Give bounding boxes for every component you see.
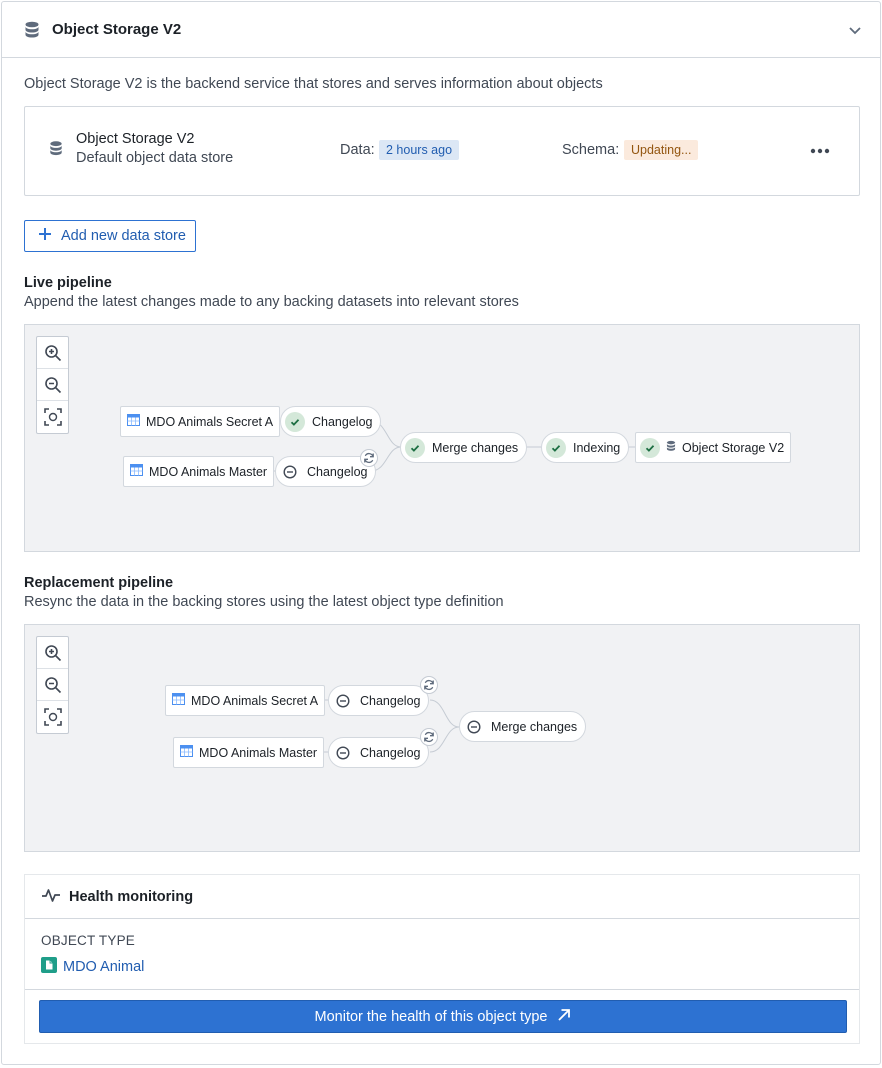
health-divider bbox=[25, 989, 859, 990]
zoom-in-icon[interactable] bbox=[37, 637, 68, 669]
replacement-pipeline-edges bbox=[315, 699, 460, 753]
database-icon bbox=[49, 140, 63, 160]
source-node-master[interactable]: MDO Animals Master bbox=[123, 456, 275, 487]
object-type-link[interactable]: MDO Animal bbox=[41, 957, 144, 976]
table-icon bbox=[172, 693, 185, 708]
monitor-health-label: Monitor the health of this object type bbox=[314, 1008, 548, 1025]
changelog-label: Changelog bbox=[360, 693, 421, 708]
object-type-icon bbox=[41, 957, 57, 976]
replacement-pipeline-title: Replacement pipeline bbox=[24, 575, 174, 591]
refresh-icon[interactable] bbox=[360, 449, 378, 467]
health-monitoring-header: Health monitoring bbox=[25, 875, 859, 919]
indexing-label: Indexing bbox=[573, 440, 621, 455]
database-icon bbox=[666, 440, 676, 455]
zoom-out-icon[interactable] bbox=[37, 369, 68, 401]
merge-label: Merge changes bbox=[432, 440, 519, 455]
replacement-pipeline-description: Resync the data in the backing stores us… bbox=[24, 594, 504, 610]
minus-circle-icon bbox=[333, 743, 353, 763]
source-node-master[interactable]: MDO Animals Master bbox=[173, 737, 325, 768]
replacement-pipeline-graph[interactable]: MDO Animals Secret A MDO Animals Master … bbox=[24, 624, 860, 852]
check-icon bbox=[285, 411, 305, 432]
source-node-label: MDO Animals Master bbox=[149, 464, 268, 479]
minus-circle-icon bbox=[464, 717, 484, 737]
object-type-label: OBJECT TYPE bbox=[41, 933, 135, 948]
database-icon bbox=[24, 21, 40, 42]
minus-circle-icon bbox=[280, 462, 300, 482]
chevron-down-icon[interactable] bbox=[847, 22, 863, 41]
store-subtitle: Default object data store bbox=[76, 150, 234, 166]
schema-status-tag: Updating... bbox=[624, 140, 699, 160]
sink-node[interactable]: Object Storage V2 bbox=[635, 432, 792, 463]
health-monitoring-title: Health monitoring bbox=[69, 888, 194, 905]
store-name: Object Storage V2 bbox=[76, 131, 195, 147]
source-node-label: MDO Animals Secret A bbox=[146, 414, 274, 429]
minus-circle-icon bbox=[333, 691, 353, 711]
data-store-row: Object Storage V2 Default object data st… bbox=[24, 106, 860, 196]
changelog-label: Changelog bbox=[307, 464, 368, 479]
monitor-health-button[interactable]: Monitor the health of this object type bbox=[39, 1000, 847, 1033]
live-pipeline-graph[interactable]: MDO Animals Secret A MDO Animals Master … bbox=[24, 324, 860, 552]
source-node-label: MDO Animals Master bbox=[199, 745, 318, 760]
zoom-out-icon[interactable] bbox=[37, 669, 68, 701]
changelog-node-a[interactable]: Changelog bbox=[280, 406, 382, 437]
table-icon bbox=[180, 745, 193, 760]
check-icon bbox=[640, 437, 660, 458]
table-icon bbox=[130, 464, 143, 479]
sink-label: Object Storage V2 bbox=[682, 440, 785, 455]
source-node-label: MDO Animals Secret A bbox=[191, 693, 319, 708]
plus-icon bbox=[38, 227, 52, 245]
merge-node[interactable]: Merge changes bbox=[400, 432, 528, 463]
live-pipeline-description: Append the latest changes made to any ba… bbox=[24, 294, 519, 310]
indexing-node[interactable]: Indexing bbox=[541, 432, 630, 463]
live-pipeline-title: Live pipeline bbox=[24, 275, 112, 291]
merge-label: Merge changes bbox=[491, 719, 578, 734]
schema-label: Schema: bbox=[562, 142, 620, 158]
data-freshness-tag: 2 hours ago bbox=[379, 140, 460, 160]
changelog-node-a[interactable]: Changelog bbox=[328, 685, 430, 716]
source-node-secret-a[interactable]: MDO Animals Secret A bbox=[165, 685, 326, 716]
zoom-in-icon[interactable] bbox=[37, 337, 68, 369]
object-type-value: MDO Animal bbox=[63, 958, 145, 975]
check-icon bbox=[405, 437, 425, 458]
add-data-store-button[interactable]: Add new data store bbox=[24, 220, 196, 252]
changelog-node-b[interactable]: Changelog bbox=[328, 737, 430, 768]
changelog-label: Changelog bbox=[360, 745, 421, 760]
table-icon bbox=[127, 414, 140, 429]
refresh-icon[interactable] bbox=[420, 676, 438, 694]
pulse-icon bbox=[41, 887, 61, 907]
fit-view-icon[interactable] bbox=[37, 701, 68, 733]
data-label: Data: bbox=[340, 142, 375, 158]
zoom-controls bbox=[36, 336, 69, 434]
more-options-icon[interactable] bbox=[810, 143, 830, 162]
page-title: Object Storage V2 bbox=[52, 21, 182, 38]
fit-view-icon[interactable] bbox=[37, 401, 68, 433]
service-description: Object Storage V2 is the backend service… bbox=[24, 76, 603, 92]
arrow-top-right-icon bbox=[557, 1008, 571, 1026]
add-data-store-label: Add new data store bbox=[61, 228, 186, 244]
object-storage-card: Object Storage V2 Object Storage V2 is t… bbox=[1, 1, 881, 1065]
zoom-controls bbox=[36, 636, 69, 734]
changelog-label: Changelog bbox=[312, 414, 373, 429]
health-monitoring-panel: Health monitoring OBJECT TYPE MDO Animal… bbox=[24, 874, 860, 1044]
source-node-secret-a[interactable]: MDO Animals Secret A bbox=[120, 406, 281, 437]
merge-node[interactable]: Merge changes bbox=[459, 711, 587, 742]
refresh-icon[interactable] bbox=[420, 728, 438, 746]
check-icon bbox=[546, 437, 566, 458]
card-header[interactable]: Object Storage V2 bbox=[2, 2, 880, 58]
